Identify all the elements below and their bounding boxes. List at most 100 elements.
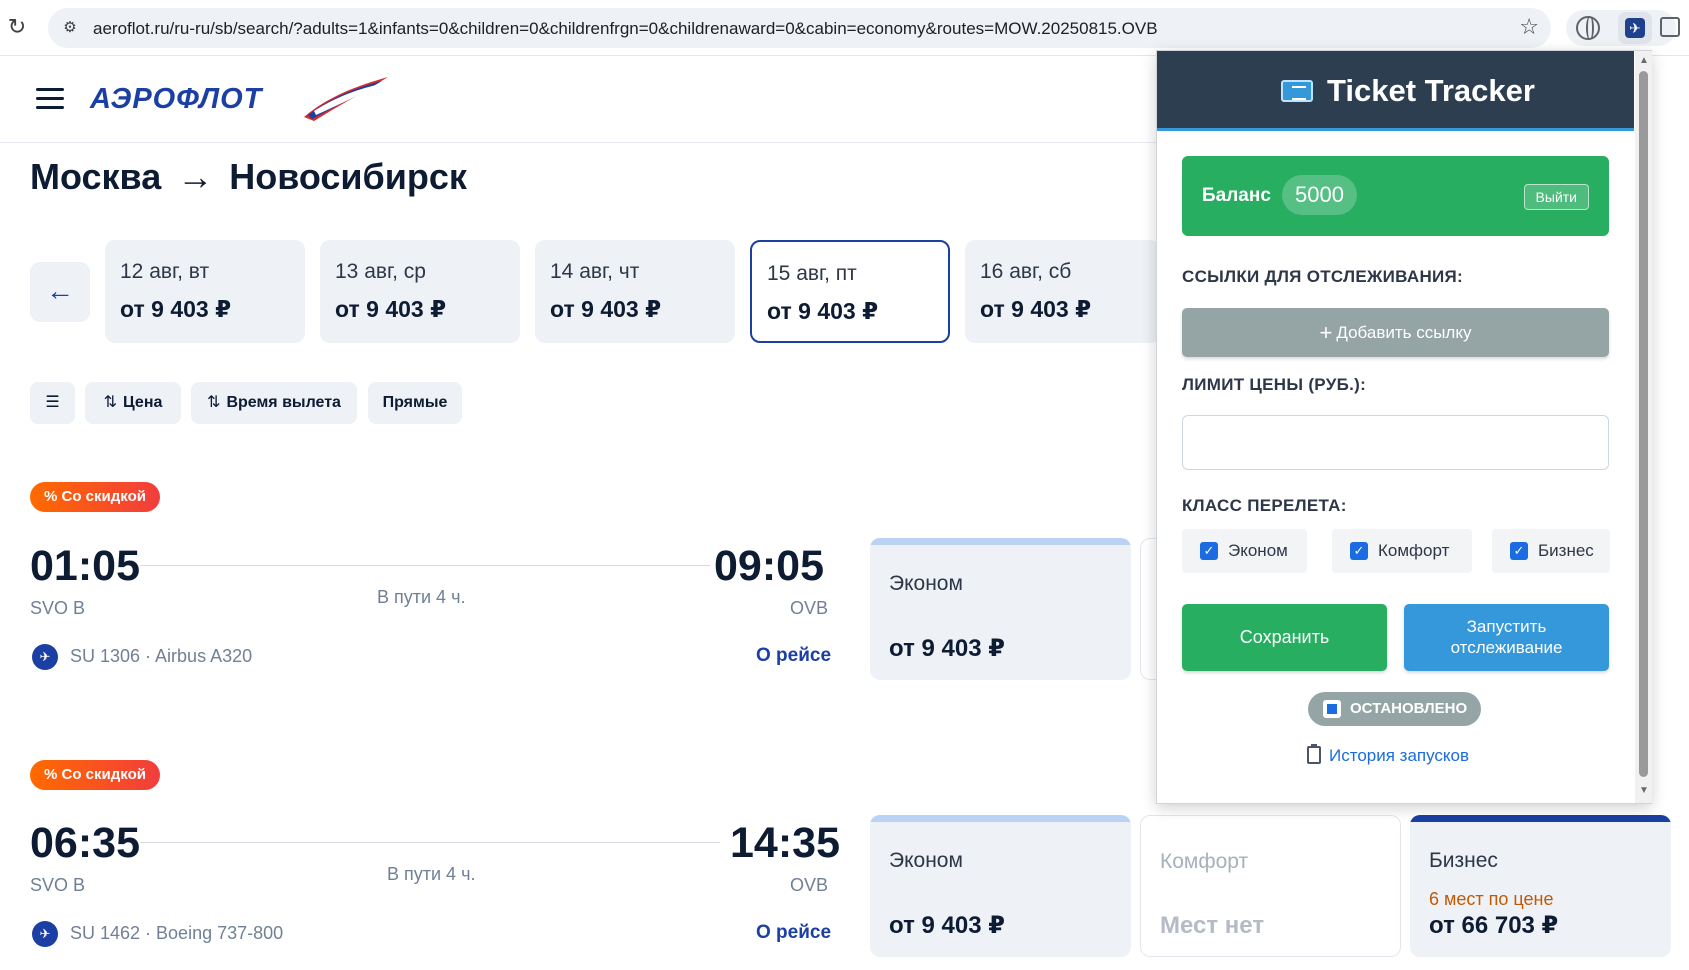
- price-limit-input[interactable]: [1182, 415, 1609, 470]
- sort-price-button[interactable]: ⇅ Цена: [85, 382, 181, 424]
- sort-price-label: Цена: [123, 394, 163, 411]
- reload-icon[interactable]: ↻: [4, 14, 30, 40]
- fare-class: Эконом: [889, 572, 963, 595]
- start-tracking-button[interactable]: Запустить отслеживание: [1404, 604, 1609, 671]
- scroll-down-icon[interactable]: ▼: [1639, 785, 1649, 796]
- airline-icon: ✈: [32, 921, 58, 947]
- add-link-button[interactable]: + Добавить ссылку: [1182, 308, 1609, 357]
- balance-panel: Баланс 5000 Выйти: [1182, 156, 1609, 236]
- fare-card-economy[interactable]: Эконом от 9 403 ₽: [870, 815, 1131, 957]
- date-label: 15 авг, пт: [767, 262, 857, 285]
- fare-price: от 9 403 ₽: [889, 635, 1005, 662]
- date-card[interactable]: 13 авг, ср от 9 403 ₽: [320, 240, 520, 343]
- popup-title: Ticket Tracker: [1327, 73, 1535, 108]
- date-label: 16 авг, сб: [980, 260, 1072, 283]
- logout-button[interactable]: Выйти: [1523, 184, 1589, 210]
- class-option-business[interactable]: ✓ Бизнес: [1492, 529, 1610, 573]
- direct-flights-label: Прямые: [382, 394, 448, 411]
- status-text: ОСТАНОВЛЕНО: [1350, 700, 1468, 717]
- clipboard-icon: [1307, 744, 1321, 764]
- price-limit-label: ЛИМИТ ЦЕНЫ (РУБ.):: [1182, 375, 1367, 394]
- checkbox-checked-icon[interactable]: ✓: [1350, 542, 1368, 560]
- date-card[interactable]: 14 авг, чт от 9 403 ₽: [535, 240, 735, 343]
- fare-class: Эконом: [889, 849, 963, 872]
- globe-extension-icon[interactable]: [1576, 16, 1600, 40]
- arrival-time: 14:35: [730, 819, 840, 867]
- add-link-label: Добавить ссылку: [1336, 323, 1472, 342]
- date-card[interactable]: 16 авг, сб от 9 403 ₽: [965, 240, 1160, 343]
- tracking-links-label: ССЫЛКИ ДЛЯ ОТСЛЕЖИВАНИЯ:: [1182, 267, 1464, 286]
- class-option-label: Бизнес: [1538, 541, 1594, 560]
- flight-class-label: КЛАСС ПЕРЕЛЕТА:: [1182, 496, 1347, 515]
- scroll-thumb[interactable]: [1639, 71, 1648, 777]
- fare-card-comfort: Комфорт Мест нет: [1140, 815, 1401, 957]
- date-label: 12 авг, вт: [120, 260, 210, 283]
- arrival-time: 09:05: [714, 542, 824, 590]
- start-tracking-label-line2: отслеживание: [1450, 638, 1563, 657]
- class-option-economy[interactable]: ✓ Эконом: [1182, 529, 1307, 573]
- popup-scrollbar[interactable]: ▲ ▼: [1635, 51, 1652, 803]
- bookmark-star-icon[interactable]: ☆: [1519, 14, 1539, 40]
- save-button[interactable]: Сохранить: [1182, 604, 1387, 671]
- stop-icon: [1323, 700, 1341, 718]
- arrival-airport: OVB: [790, 875, 829, 895]
- header-divider: [0, 142, 1160, 143]
- flight-track-line: [140, 842, 720, 843]
- departure-time: 01:05: [30, 542, 140, 590]
- class-option-comfort[interactable]: ✓ Комфорт: [1332, 529, 1472, 573]
- about-flight-link[interactable]: О рейсе: [756, 922, 831, 944]
- site-info-icon[interactable]: ⚙: [58, 16, 82, 40]
- date-label: 14 авг, чт: [550, 260, 640, 283]
- arrival-airport: OVB: [790, 598, 829, 618]
- ticket-tracker-extension-button[interactable]: ✈: [1618, 12, 1652, 44]
- url-text[interactable]: aeroflot.ru/ru-ru/sb/search/?adults=1&in…: [93, 19, 1158, 39]
- flight-duration: В пути 4 ч.: [387, 864, 476, 884]
- date-card[interactable]: 12 авг, вт от 9 403 ₽: [105, 240, 305, 343]
- departure-airport: SVO B: [30, 875, 86, 895]
- discount-badge: % Со скидкой: [30, 482, 160, 512]
- about-flight-link[interactable]: О рейсе: [756, 645, 831, 667]
- airline-icon: ✈: [32, 644, 58, 670]
- date-price: от 9 403 ₽: [980, 296, 1092, 322]
- popup-header: Ticket Tracker: [1157, 51, 1634, 131]
- filter-settings-button[interactable]: ☰: [30, 382, 75, 424]
- sort-icon: ⇅: [207, 394, 221, 411]
- run-history-link[interactable]: История запусков: [1307, 744, 1469, 766]
- date-label: 13 авг, ср: [335, 260, 426, 283]
- ticket-tracker-popup: Ticket Tracker Баланс 5000 Выйти ССЫЛКИ …: [1156, 50, 1652, 804]
- airplane-icon: ✈: [1625, 18, 1645, 38]
- sort-departure-button[interactable]: ⇅ Время вылета: [191, 382, 357, 424]
- plus-icon: +: [1319, 320, 1333, 345]
- arrow-left-icon: ←: [46, 275, 74, 306]
- fare-card-economy[interactable]: Эконом от 9 403 ₽: [870, 538, 1131, 680]
- browser-toolbar: ↻ ⚙ aeroflot.ru/ru-ru/sb/search/?adults=…: [0, 0, 1689, 56]
- departure-time: 06:35: [30, 819, 140, 867]
- class-option-label: Эконом: [1228, 541, 1288, 560]
- arrow-right-icon: →: [177, 156, 214, 197]
- direct-flights-button[interactable]: Прямые: [368, 382, 462, 424]
- logo-wing-icon: [304, 77, 388, 121]
- checkbox-checked-icon[interactable]: ✓: [1200, 542, 1218, 560]
- date-price: от 9 403 ₽: [120, 296, 232, 322]
- date-price: от 9 403 ₽: [767, 298, 879, 324]
- page-title: Москва → Новосибирск: [30, 156, 467, 198]
- ticket-icon: [1281, 80, 1313, 102]
- status-badge: ОСТАНОВЛЕНО: [1308, 692, 1482, 726]
- sort-icon: ⇅: [103, 394, 118, 411]
- extensions-puzzle-icon[interactable]: [1660, 17, 1680, 37]
- flight-track-line: [140, 565, 710, 566]
- previous-dates-button[interactable]: ←: [30, 262, 90, 322]
- discount-badge: % Со скидкой: [30, 760, 160, 790]
- checkbox-checked-icon[interactable]: ✓: [1510, 542, 1528, 560]
- departure-airport: SVO B: [30, 598, 86, 618]
- menu-icon[interactable]: [36, 88, 64, 110]
- date-price: от 9 403 ₽: [550, 296, 662, 322]
- fare-card-business[interactable]: Бизнес 6 мест по цене от 66 703 ₽: [1410, 815, 1671, 957]
- fare-price: от 66 703 ₽: [1429, 912, 1559, 939]
- aeroflot-logo[interactable]: АЭРОФЛОТ: [90, 75, 388, 125]
- fare-class: Бизнес: [1429, 849, 1498, 872]
- date-price: от 9 403 ₽: [335, 296, 447, 322]
- date-card-selected[interactable]: 15 авг, пт от 9 403 ₽: [750, 240, 950, 343]
- address-bar[interactable]: ⚙ aeroflot.ru/ru-ru/sb/search/?adults=1&…: [48, 8, 1551, 48]
- scroll-up-icon[interactable]: ▲: [1639, 55, 1649, 66]
